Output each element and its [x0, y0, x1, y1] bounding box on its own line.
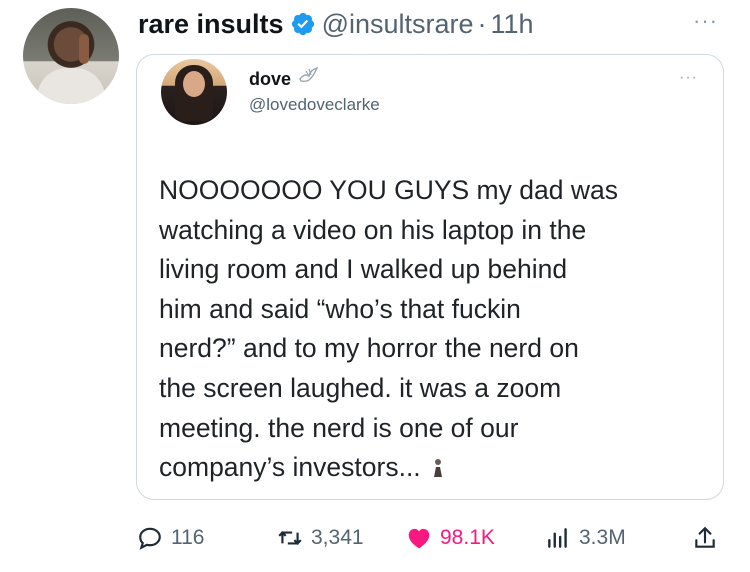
dove-icon — [299, 66, 319, 83]
reply-count: 116 — [171, 526, 205, 549]
person-emoji-icon — [433, 459, 442, 478]
reply-icon — [139, 527, 161, 550]
share-icon — [695, 526, 715, 548]
quoted-text-line: meeting. the nerd is one of our — [159, 412, 519, 443]
retweet-button[interactable]: 3,341 — [277, 518, 364, 558]
quoted-tweet-text: NOOOOOOO YOU GUYS my dad was watching a … — [159, 171, 719, 488]
quoted-text-line: him and said “who’s that fuckin — [159, 293, 521, 324]
tweet-header: rare insults @insultsrare · 11h — [138, 4, 534, 44]
share-button[interactable] — [692, 518, 726, 558]
quoted-text-line: living room and I walked up behind — [159, 254, 568, 285]
quoted-text-line: the screen laughed. it was a zoom — [159, 372, 562, 403]
quoted-text-line: watching a video on his laptop in the — [159, 214, 587, 245]
quoted-text-line: NOOOOOOO YOU GUYS my dad was — [159, 175, 618, 205]
like-button[interactable]: 98.1K — [406, 518, 495, 558]
quoted-tweet-card[interactable]: dove @lovedoveclarke ··· NOOOOOOO YOU GU… — [136, 54, 724, 500]
avatar-face — [183, 71, 205, 97]
views-count: 3.3M — [579, 526, 626, 549]
tweet-time[interactable]: 11h — [491, 9, 534, 40]
views-button[interactable]: 3.3M — [545, 518, 626, 558]
quoted-text-line-content: company’s investors... — [159, 452, 421, 483]
quoted-author-handle[interactable]: @lovedoveclarke — [249, 95, 380, 115]
quoted-author-name[interactable]: dove — [249, 69, 291, 90]
author-handle[interactable]: @insultsrare — [322, 9, 474, 40]
more-options-icon[interactable]: ··· — [693, 8, 718, 34]
verified-badge-icon — [291, 12, 314, 36]
retweet-icon — [278, 531, 302, 545]
avatar-shirt — [37, 68, 105, 104]
views-chart-icon — [548, 528, 567, 548]
author-avatar[interactable] — [23, 8, 119, 104]
avatar-hand — [79, 34, 89, 64]
reply-button[interactable]: 116 — [137, 518, 204, 558]
header-separator: · — [477, 8, 487, 39]
tweet-actions: 116 3,341 98.1K 3.3M — [0, 518, 750, 558]
quoted-more-icon: ··· — [679, 69, 698, 86]
retweet-count: 3,341 — [311, 526, 364, 549]
quoted-author-avatar[interactable] — [161, 59, 227, 125]
heart-icon — [408, 528, 430, 549]
quoted-text-line-last: company’s investors... — [159, 448, 719, 488]
quoted-text-line: nerd?” and to my horror the nerd on — [159, 333, 579, 364]
like-count: 98.1K — [440, 526, 495, 549]
author-name[interactable]: rare insults — [138, 9, 284, 40]
